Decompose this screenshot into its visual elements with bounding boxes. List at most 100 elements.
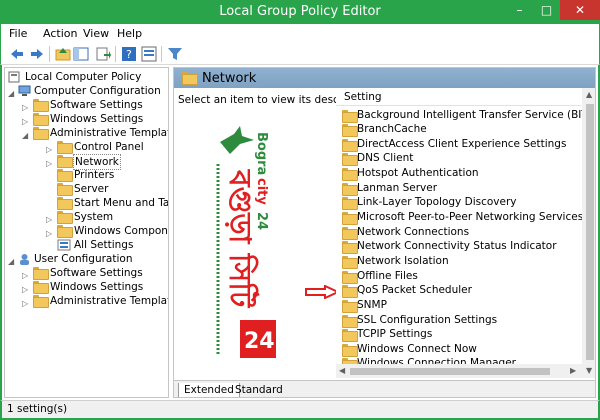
folder-icon [182, 72, 198, 86]
folder-icon [342, 139, 358, 152]
folder-icon [33, 295, 49, 310]
scroll-up-icon[interactable]: ▲ [586, 90, 592, 99]
menu-help[interactable]: Help [117, 27, 142, 40]
folder-icon [342, 227, 358, 240]
tree-item-network[interactable]: ▷ Network [36, 154, 168, 170]
tree-item-local-computer-policy[interactable]: Local Computer Policy [8, 70, 168, 84]
menu-file[interactable]: File [9, 27, 27, 40]
tree-item-user-configuration[interactable]: ◢ User Configuration [8, 252, 168, 266]
tree-label: Server [74, 183, 109, 195]
folder-icon [342, 153, 358, 166]
tree-label: All Settings [74, 239, 134, 251]
scroll-right-icon[interactable]: ▶ [570, 366, 576, 375]
close-button[interactable]: ✕ [560, 0, 600, 20]
tree-item-system[interactable]: ▷ System [36, 210, 168, 224]
tree-label: Software Settings [50, 267, 143, 279]
toolbar-separator [161, 46, 162, 62]
view-tabs: Extended Standard [174, 380, 595, 397]
folder-icon [342, 315, 358, 328]
menu-bar: File Action View Help [0, 24, 600, 43]
column-header-label: Setting [344, 91, 382, 103]
tree-label: Control Panel [74, 141, 144, 153]
tree-item-software-settings[interactable]: ▷ Software Settings [22, 98, 168, 112]
tree-item-windows-components[interactable]: ▷ Windows Components [36, 224, 168, 238]
tree-item-user-software-settings[interactable]: ▷ Software Settings [22, 266, 168, 280]
status-bar: 1 setting(s) [0, 400, 600, 420]
expand-arrow-icon[interactable]: ▷ [22, 297, 30, 311]
filter-icon[interactable] [167, 46, 183, 62]
tree-label: Software Settings [50, 99, 143, 111]
tree-item-user-administrative-templates[interactable]: ▷ Administrative Templates [22, 294, 168, 308]
minimize-button[interactable]: – [506, 0, 533, 20]
tree-item-control-panel[interactable]: ▷ Control Panel [36, 140, 168, 154]
details-header: Network [174, 68, 595, 88]
folder-icon [342, 271, 358, 284]
tree-label: Windows Settings [50, 281, 144, 293]
show-hide-tree-icon[interactable] [73, 46, 89, 62]
tree-label: Administrative Templates [50, 295, 168, 307]
tree-item-administrative-templates[interactable]: ◢ Administrative Templates [22, 126, 168, 140]
tree-item-printers[interactable]: Printers [36, 168, 168, 182]
watermark-bangla-title: বগুড়া সিটি [222, 169, 260, 309]
watermark-badge-number: 24 [244, 329, 275, 354]
details-title: Network [202, 71, 257, 86]
menu-view[interactable]: View [83, 27, 109, 40]
tree-item-windows-settings[interactable]: ▷ Windows Settings [22, 112, 168, 126]
tree-pane: Local Computer Policy ◢ Computer Configu… [4, 67, 169, 398]
tree-label: Start Menu and Taskbar [74, 197, 169, 209]
export-list-icon[interactable] [95, 46, 111, 62]
scroll-down-icon[interactable]: ▼ [586, 366, 592, 375]
settings-list: Setting Background Intelligent Transfer … [336, 88, 595, 380]
folder-icon [342, 300, 358, 313]
folder-icon [342, 197, 358, 210]
tree-label: Windows Components [74, 225, 168, 237]
back-icon[interactable] [9, 46, 25, 62]
vertical-scroll-thumb[interactable] [586, 104, 594, 360]
maximize-button[interactable]: □ [533, 0, 560, 20]
tree-item-server[interactable]: Server [36, 182, 168, 196]
toolbar-separator [115, 46, 116, 62]
tree-label: Windows Settings [50, 113, 144, 125]
tree-item-all-settings[interactable]: All Settings [36, 238, 168, 252]
collapse-arrow-icon[interactable]: ◢ [8, 87, 16, 101]
folder-icon [342, 256, 358, 269]
column-header-setting[interactable]: Setting [336, 88, 581, 106]
folder-icon [342, 183, 358, 196]
folder-icon [342, 110, 358, 123]
horizontal-scrollbar[interactable]: ◀ ▶ [336, 364, 582, 378]
details-pane: Network Select an item to view its descr… [173, 67, 596, 398]
vertical-scrollbar[interactable]: ▲ ▼ [582, 88, 595, 378]
tree-label: User Configuration [34, 253, 133, 265]
toolbar: ? [0, 43, 600, 65]
svg-text:?: ? [126, 48, 132, 61]
tab-standard[interactable]: Standard [230, 383, 288, 397]
tree-label: Administrative Templates [50, 127, 168, 139]
toolbar-separator [49, 46, 50, 62]
bogra-city-24-watermark: Bogra city 24 বগুড়া সিটি 24 [210, 124, 280, 364]
folder-icon [342, 168, 358, 181]
watermark-brand: Bogra [254, 132, 269, 175]
red-arrow-icon [305, 284, 341, 302]
watermark-bird-icon [220, 126, 254, 154]
forward-icon[interactable] [29, 46, 45, 62]
scroll-left-icon[interactable]: ◀ [339, 366, 345, 375]
window-frame [0, 65, 2, 402]
tree-item-start-menu-and-taskbar[interactable]: Start Menu and Taskbar [36, 196, 168, 210]
folder-icon [342, 329, 358, 342]
title-bar: Local Group Policy Editor – □ ✕ [0, 0, 600, 24]
up-folder-icon[interactable] [55, 46, 71, 62]
collapse-arrow-icon[interactable]: ◢ [22, 129, 30, 143]
folder-icon [342, 241, 358, 254]
help-icon[interactable]: ? [121, 46, 137, 62]
tree-item-computer-configuration[interactable]: ◢ Computer Configuration [8, 84, 168, 98]
horizontal-scroll-thumb[interactable] [350, 368, 550, 375]
folder-icon [342, 285, 358, 298]
tree-item-user-windows-settings[interactable]: ▷ Windows Settings [22, 280, 168, 294]
tree-label: System [74, 211, 114, 223]
tree-label: Local Computer Policy [25, 71, 142, 83]
menu-action[interactable]: Action [43, 27, 77, 40]
properties-icon[interactable] [141, 46, 157, 62]
status-text: 1 setting(s) [7, 403, 68, 415]
collapse-arrow-icon[interactable]: ◢ [8, 255, 16, 269]
tree-label: Printers [74, 169, 115, 181]
